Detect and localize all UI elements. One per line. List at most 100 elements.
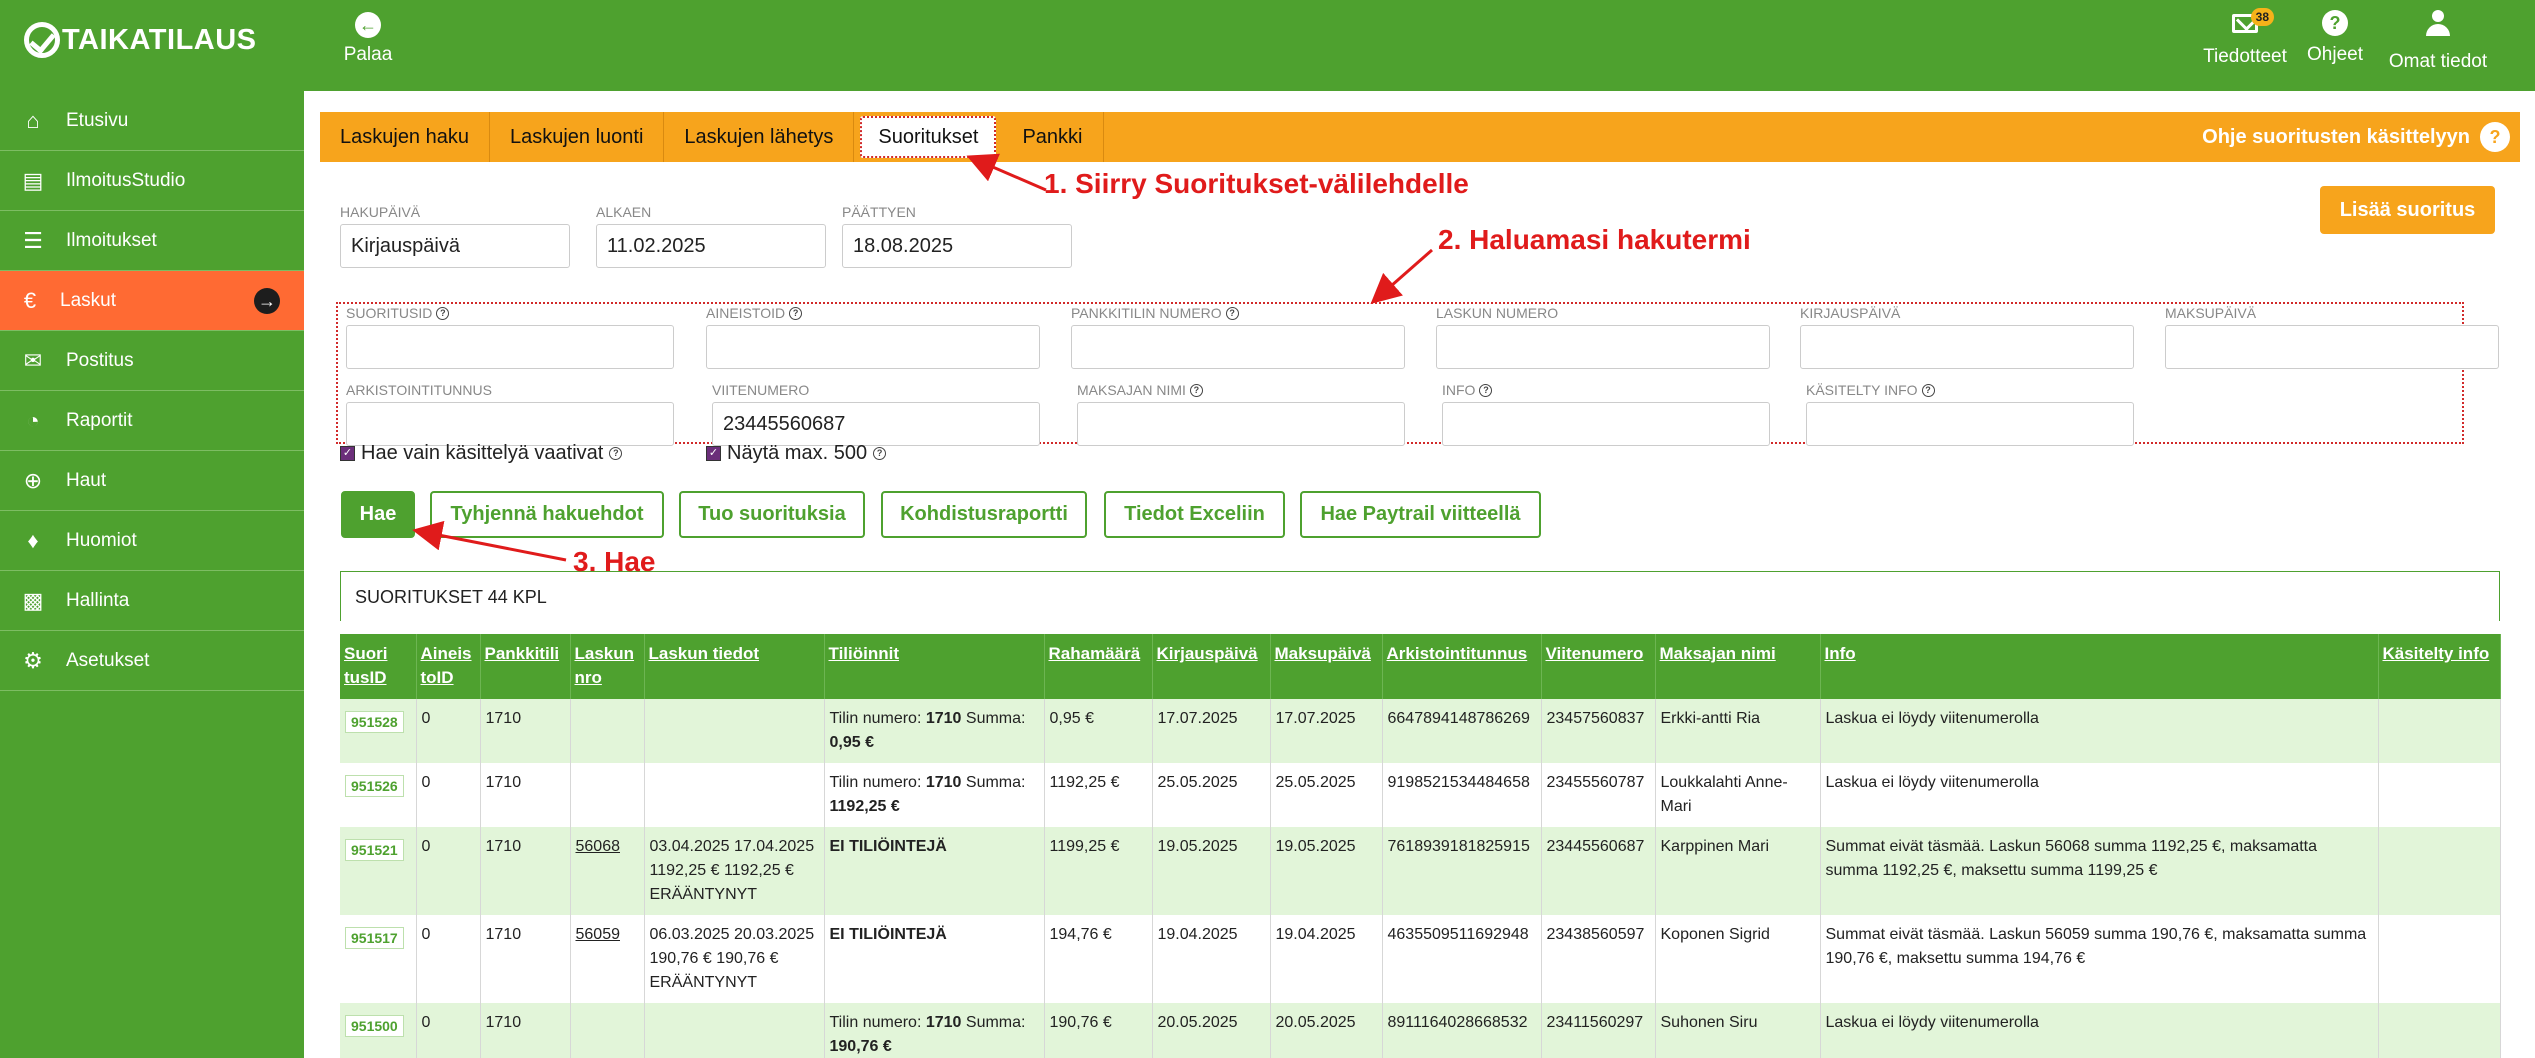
alkaen-input[interactable]: 11.02.2025 [596,224,826,268]
col-header-laskun-tiedot[interactable]: Laskun tiedot [644,634,825,699]
col-header-kirjauspaiva[interactable]: Kirjauspäivä [1152,634,1271,699]
back-button[interactable]: ← Palaa [340,12,396,66]
tiedot-exceliin-button[interactable]: Tiedot Exceliin [1104,491,1285,538]
viitenumero-input[interactable]: 23445560687 [712,402,1040,446]
help-icon[interactable]: ? [1189,383,1203,397]
col-header-tilioinnit[interactable]: Tiliöinnit [824,634,1045,699]
tuo-suorituksia-button[interactable]: Tuo suorituksia [679,491,865,538]
sidebar-item-laskut[interactable]: € Laskut → [0,271,304,331]
help-label: Ohjeet [2307,44,2363,65]
maksajan-nimi-input[interactable] [1077,402,1405,446]
only-required-label: Hae vain käsittelyä vaativat [361,442,604,464]
suoritus-id-link[interactable]: 951517 [345,927,404,949]
kasitelty-info-label: KÄSITELTY INFO [1806,382,1918,398]
suoritus-id-link[interactable]: 951521 [345,839,404,861]
sidebar-item-label: Etusivu [66,109,129,131]
cell-viite: 23445560687 [1541,827,1656,915]
laskun-numero-input[interactable] [1436,325,1770,369]
cell-tiedot: 03.04.2025 17.04.2025 1192,25 € 1192,25 … [644,827,825,915]
table-row: 951528 0 1710 Tilin numero: 1710 Summa: … [340,699,2501,763]
tab-pankki[interactable]: Pankki [1002,112,1104,162]
cell-tilioinnit: Tilin numero: 1710 Summa: 190,76 € [824,1003,1045,1058]
suoritus-id-link[interactable]: 951528 [345,711,404,733]
profile-button[interactable]: Omat tiedot [2383,10,2493,73]
col-header-pankkitili[interactable]: Pankkitili [480,634,571,699]
sidebar-item-asetukset[interactable]: ⚙ Asetukset [0,631,304,691]
sidebar-item-raportit[interactable]: ◔ Raportit [0,391,304,451]
cell-aineisto: 0 [416,763,481,827]
sidebar-item-postitus[interactable]: ✉ Postitus [0,331,304,391]
sidebar-item-haut[interactable]: ⊕ Haut [0,451,304,511]
pankkitili-label: PANKKITILIN NUMERO [1071,305,1222,321]
kohdistusraportti-button[interactable]: Kohdistusraportti [881,491,1087,538]
suoritusid-input[interactable] [346,325,674,369]
help-icon[interactable]: ? [873,447,887,460]
hae-button[interactable]: Hae [341,491,415,538]
paattyen-input[interactable]: 18.08.2025 [842,224,1072,268]
info-input[interactable] [1442,402,1770,446]
suoritus-id-link[interactable]: 951500 [345,1015,404,1037]
tab-laskujen-lahetys[interactable]: Laskujen lähetys [664,112,855,162]
kirjauspaiva-input[interactable] [1800,325,2134,369]
laskunro-link[interactable]: 56068 [576,838,621,855]
laskunro-link[interactable]: 56059 [576,926,621,943]
notifications-button[interactable]: 38 Tiedotteet [2200,8,2290,68]
col-header-laskun-nro[interactable]: Laskun nro [570,634,645,699]
notifications-label: Tiedotteet [2203,46,2287,67]
paytrail-button[interactable]: Hae Paytrail viitteellä [1300,491,1541,538]
arkistointitunnus-input[interactable] [346,402,674,446]
col-header-maksajan-nimi[interactable]: Maksajan nimi [1655,634,1821,699]
cell-viite: 23457560837 [1541,699,1656,763]
suoritusid-field: SUORITUSID? [346,305,674,369]
col-header-suoritusid[interactable]: Suori tusID [340,634,417,699]
help-icon[interactable]: ? [1479,383,1493,397]
tyhjenna-button[interactable]: Tyhjennä hakuehdot [430,491,664,538]
hakupaiva-select[interactable]: Kirjauspäivä [340,224,570,268]
pankkitili-input[interactable] [1071,325,1405,369]
table-row: 951521 0 1710 56068 03.04.2025 17.04.202… [340,827,2501,915]
bell-icon: ♦ [27,527,39,553]
col-header-maksupaiva[interactable]: Maksupäivä [1270,634,1383,699]
cell-tilioinnit: EI TILIÖINTEJÄ [824,827,1045,915]
tab-suoritukset[interactable]: Suoritukset [860,116,997,158]
suoritus-id-link[interactable]: 951526 [345,775,404,797]
col-header-aineistoid[interactable]: Aineis toID [416,634,481,699]
tab-laskujen-luonti[interactable]: Laskujen luonti [490,112,665,162]
help-suoritukset-link[interactable]: Ohje suoritusten käsittelyyn ? [2202,112,2510,162]
col-header-viitenumero[interactable]: Viitenumero [1541,634,1656,699]
col-header-rahamaara[interactable]: Rahamäärä [1044,634,1153,699]
max500-checkbox[interactable]: ✓ Näytä max. 500 ? [706,442,887,465]
cell-tiedot [644,699,825,763]
sidebar-item-etusivu[interactable]: ⌂ Etusivu [0,91,304,151]
sidebar-item-hallinta[interactable]: ▩ Hallinta [0,571,304,631]
kasitelty-info-input[interactable] [1806,402,2134,446]
help-icon[interactable]: ? [609,447,623,460]
help-icon[interactable]: ? [436,306,450,320]
only-required-checkbox[interactable]: ✓ Hae vain käsittelyä vaativat ? [340,442,623,465]
cell-info: Laskua ei löydy viitenumerolla [1820,763,2379,827]
table-row: 951526 0 1710 Tilin numero: 1710 Summa: … [340,763,2501,827]
cell-laskunro [570,699,645,763]
cell-arkisto: 4635509511692948 [1382,915,1542,1003]
col-header-kasitelty-info[interactable]: Käsitelty info [2378,634,2501,699]
sidebar-item-ilmoitukset[interactable]: ☰ Ilmoitukset [0,211,304,271]
logo[interactable]: TAIKATILAUS [24,20,257,60]
col-header-info[interactable]: Info [1820,634,2379,699]
notifications-badge: 38 [2250,8,2274,26]
aineistoid-input[interactable] [706,325,1040,369]
help-icon[interactable]: ? [1225,306,1239,320]
cell-kasitelty [2378,915,2501,1003]
results-table: Suori tusID Aineis toID Pankkitili Lasku… [340,634,2501,1058]
maksupaiva-field: MAKSUPÄIVÄ [2165,305,2499,369]
cell-kasitelty [2378,827,2501,915]
tab-laskujen-haku[interactable]: Laskujen haku [320,112,490,162]
help-icon[interactable]: ? [789,306,803,320]
help-icon[interactable]: ? [1921,383,1935,397]
sidebar-item-huomiot[interactable]: ♦ Huomiot [0,511,304,571]
help-button[interactable]: ? Ohjeet [2305,10,2365,66]
sidebar-item-ilmoitusstudio[interactable]: ▤ IlmoitusStudio [0,151,304,211]
info-field: INFO? [1442,382,1770,446]
add-suoritus-button[interactable]: Lisää suoritus [2320,186,2495,234]
col-header-arkistointitunnus[interactable]: Arkistointitunnus [1382,634,1542,699]
maksupaiva-input[interactable] [2165,325,2499,369]
